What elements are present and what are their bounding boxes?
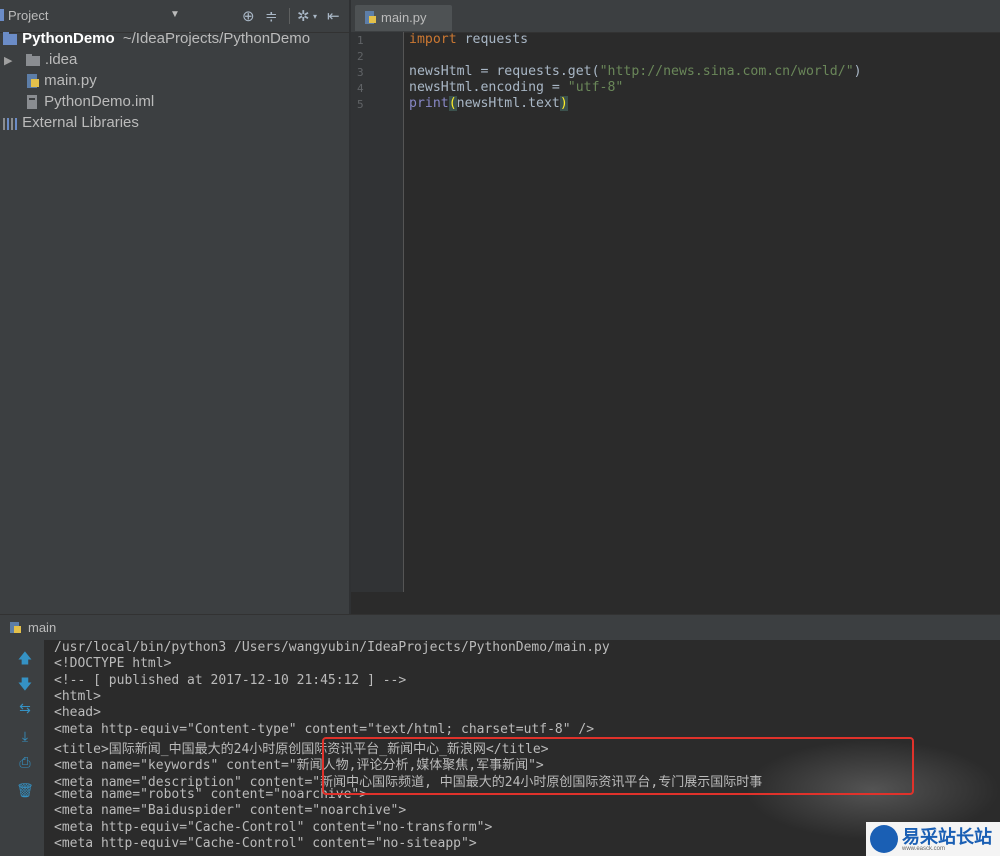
scroll-to-end-icon[interactable]: ⤓ — [16, 728, 34, 746]
toolbar-separator — [289, 8, 290, 24]
editor-tab-bar: main.py — [351, 0, 1000, 33]
console-line: <meta name="Baiduspider" content="noarch… — [54, 803, 407, 818]
tree-item-external-libraries[interactable]: External Libraries — [2, 114, 139, 134]
run-panel-header: main — [0, 614, 1000, 641]
line-number: 2 — [357, 50, 364, 63]
tab-label: main.py — [381, 10, 427, 25]
libraries-icon — [3, 118, 17, 131]
builtin-function: print — [409, 96, 449, 111]
string-literal: "http://news.sina.com.cn/world/" — [599, 64, 854, 79]
print-icon[interactable]: ⎙ — [16, 754, 34, 772]
project-view-icon[interactable] — [0, 9, 4, 21]
tree-item-label: .idea — [44, 51, 78, 68]
tree-item-project-root[interactable]: PythonDemo ~/IdeaProjects/PythonDemo — [2, 30, 310, 50]
expand-arrow-icon[interactable]: ▶ — [4, 55, 12, 67]
project-root-label: PythonDemo — [22, 30, 115, 47]
console-line: <meta http-equiv="Cache-Control" content… — [54, 820, 493, 835]
keyword: import — [409, 32, 457, 47]
gear-dropdown-icon[interactable]: ▾ — [313, 12, 317, 21]
folder-icon — [25, 54, 40, 67]
arrow-up-icon[interactable]: 🡅 — [16, 648, 34, 666]
project-panel-header: Project ▼ ⊕ ≑ ✲ ▾ ⇤ — [0, 0, 349, 33]
code-editor[interactable]: import requests newsHtml = requests.get(… — [409, 32, 1000, 592]
project-root-path: ~/IdeaProjects/PythonDemo — [122, 30, 311, 47]
code-line-1[interactable]: import requests — [409, 32, 528, 47]
watermark-logo-icon — [870, 825, 898, 853]
highlight-annotation-box — [322, 737, 914, 795]
arrow-down-icon[interactable]: 🡇 — [16, 674, 34, 692]
console-line: <meta name="robots" content="noarchive"> — [54, 787, 368, 802]
tree-item-label: main.py — [44, 72, 97, 89]
collapse-icon[interactable]: ≑ — [265, 7, 278, 25]
console-line: <meta http-equiv="Content-type" content=… — [54, 722, 595, 737]
hide-panel-icon[interactable]: ⇤ — [327, 7, 340, 25]
gear-icon[interactable]: ✲ — [297, 7, 310, 25]
code-text: newsHtml.encoding = — [409, 80, 568, 95]
project-view-title[interactable]: Project — [8, 8, 48, 23]
console-line: <!-- [ published at 2017-12-10 21:45:12 … — [54, 673, 407, 688]
locate-icon[interactable]: ⊕ — [242, 7, 255, 25]
tree-item-label: PythonDemo.iml — [44, 93, 155, 110]
line-number: 3 — [357, 66, 364, 79]
run-config-title[interactable]: main — [28, 620, 56, 635]
tree-item-main-py[interactable]: main.py — [24, 72, 97, 92]
matched-paren: ) — [559, 96, 568, 111]
console-line: /usr/local/bin/python3 /Users/wangyubin/… — [54, 640, 610, 655]
chevron-down-icon[interactable]: ▼ — [170, 9, 180, 20]
code-text: newsHtml = requests.get( — [409, 64, 600, 79]
line-number: 1 — [357, 34, 364, 47]
module-file-icon — [27, 95, 37, 110]
python-run-icon — [10, 622, 21, 633]
code-text: requests — [456, 32, 529, 47]
editor-bottom-strip — [351, 592, 1000, 614]
matched-paren: ( — [448, 96, 457, 111]
tree-item-label: External Libraries — [22, 114, 139, 131]
code-text: ) — [853, 64, 862, 79]
python-file-icon — [27, 74, 39, 89]
tree-item-idea[interactable]: ▶ .idea — [4, 51, 77, 71]
code-line-3[interactable]: newsHtml = requests.get("http://news.sin… — [409, 64, 862, 79]
console-line: <!DOCTYPE html> — [54, 656, 172, 671]
watermark: 易采站长站 www.easck.com — [866, 822, 1000, 856]
project-folder-icon — [3, 32, 17, 46]
code-line-5[interactable]: print(newsHtml.text) — [409, 96, 568, 111]
console-line: <head> — [54, 705, 101, 720]
python-file-icon — [365, 11, 376, 24]
code-line-4[interactable]: newsHtml.encoding = "utf-8" — [409, 80, 623, 95]
line-number: 4 — [357, 82, 364, 95]
soft-wrap-icon[interactable]: ⇆ — [16, 700, 34, 718]
tab-main-py[interactable]: main.py — [355, 5, 452, 31]
run-toolbar: 🡅 🡇 ⇆ ⤓ ⎙ 🗑 — [0, 640, 44, 856]
watermark-subtext: www.easck.com — [902, 846, 946, 852]
string-literal: "utf-8" — [567, 80, 624, 95]
console-line: <html> — [54, 689, 101, 704]
tree-item-iml[interactable]: PythonDemo.iml — [24, 93, 154, 113]
project-panel: Project ▼ ⊕ ≑ ✲ ▾ ⇤ PythonDemo ~/IdeaPro… — [0, 0, 349, 614]
console-line: <meta http-equiv="Cache-Control" content… — [54, 836, 477, 851]
line-number-gutter: 1 2 3 4 5 — [351, 32, 404, 592]
line-number: 5 — [357, 98, 364, 111]
code-text: newsHtml.text — [456, 96, 560, 111]
trash-icon[interactable]: 🗑 — [16, 782, 34, 800]
